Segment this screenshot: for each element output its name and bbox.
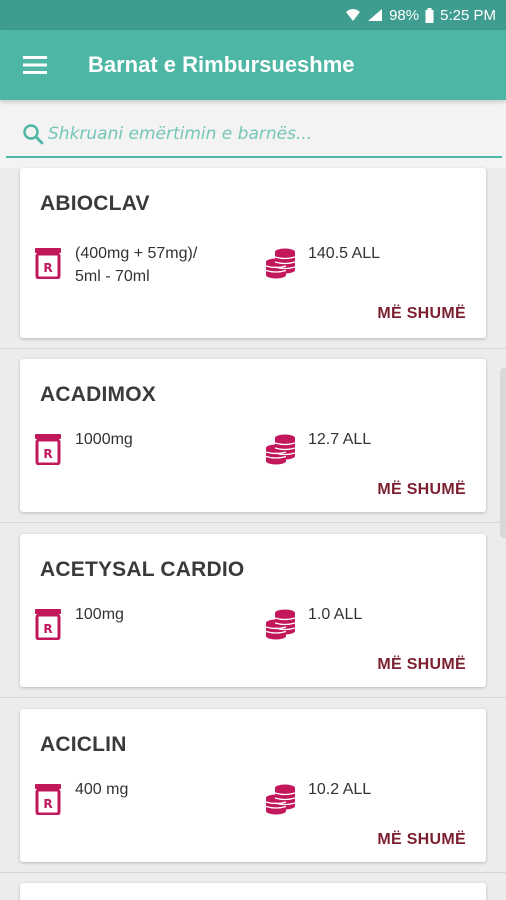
search-area	[0, 100, 506, 168]
hamburger-icon	[23, 56, 47, 74]
wifi-icon	[345, 8, 361, 22]
medication-card[interactable]: ABIOCLAV R (400mg + 57mg)/ 5ml - 70ml 14…	[20, 168, 486, 338]
medication-card[interactable]: ACICLIN R 400 mg 10.2 ALL MË SHUMË	[20, 709, 486, 862]
medication-list: ABIOCLAV R (400mg + 57mg)/ 5ml - 70ml 14…	[0, 168, 506, 900]
svg-text:R: R	[43, 261, 52, 275]
medication-name: ACICLIN	[40, 733, 127, 756]
coins-icon	[265, 247, 297, 279]
prescription-bottle-icon: R	[35, 433, 61, 466]
medication-dose: 100mg	[75, 606, 124, 623]
medication-list-item: ACETYSAL CARDIO R 100mg 1.0 ALL MË SHUMË	[0, 523, 506, 698]
medication-dose: 1000mg	[75, 431, 133, 448]
medication-dose: 400 mg	[75, 781, 129, 798]
prescription-bottle-icon: R	[35, 247, 61, 280]
svg-text:R: R	[43, 447, 52, 461]
coins-icon	[265, 608, 297, 640]
medication-dose: (400mg + 57mg)/ 5ml - 70ml	[75, 245, 198, 285]
medication-card[interactable]: ACADIMOX R 1000mg 12.7 ALL MË SHUMË	[20, 359, 486, 512]
list-divider	[0, 872, 506, 873]
more-button[interactable]: MË SHUMË	[377, 656, 466, 674]
prescription-bottle-icon: R	[35, 783, 61, 816]
prescription-bottle-icon: R	[35, 608, 61, 641]
medication-list-item: ACADIMOX R 1000mg 12.7 ALL MË SHUMË	[0, 348, 506, 523]
search-icon	[23, 124, 44, 145]
coins-icon	[265, 783, 297, 815]
status-bar: 98% 5:25 PM	[0, 0, 506, 30]
medication-price: 12.7 ALL	[308, 431, 372, 448]
medication-list-item: ABIOCLAV R (400mg + 57mg)/ 5ml - 70ml 14…	[0, 168, 506, 349]
battery-percent: 98%	[389, 6, 420, 24]
search-input[interactable]	[48, 124, 488, 144]
medication-name: ACADIMOX	[40, 383, 156, 406]
more-button[interactable]: MË SHUMË	[377, 831, 466, 849]
medication-price: 140.5 ALL	[308, 245, 381, 262]
svg-text:R: R	[43, 622, 52, 636]
search-bar	[6, 112, 502, 158]
medication-price: 1.0 ALL	[308, 606, 363, 623]
svg-text:R: R	[43, 797, 52, 811]
more-button[interactable]: MË SHUMË	[377, 481, 466, 499]
app-title: Barnat e Rimbursueshme	[88, 52, 355, 77]
medication-card[interactable]: ACETYSAL CARDIO R 100mg 1.0 ALL MË SHUMË	[20, 534, 486, 687]
medication-price: 10.2 ALL	[308, 781, 372, 798]
menu-button[interactable]	[0, 30, 70, 100]
medication-name: ABIOCLAV	[40, 192, 150, 215]
clock: 5:25 PM	[440, 6, 496, 24]
battery-icon	[425, 7, 434, 23]
medication-card-partial[interactable]	[20, 883, 486, 900]
coins-icon	[265, 433, 297, 465]
signal-icon	[367, 8, 383, 22]
medication-name: ACETYSAL CARDIO	[40, 558, 245, 581]
more-button[interactable]: MË SHUMË	[377, 305, 466, 323]
app-bar: Barnat e Rimbursueshme	[0, 30, 506, 100]
medication-list-item: ACICLIN R 400 mg 10.2 ALL MË SHUMË	[0, 698, 506, 873]
